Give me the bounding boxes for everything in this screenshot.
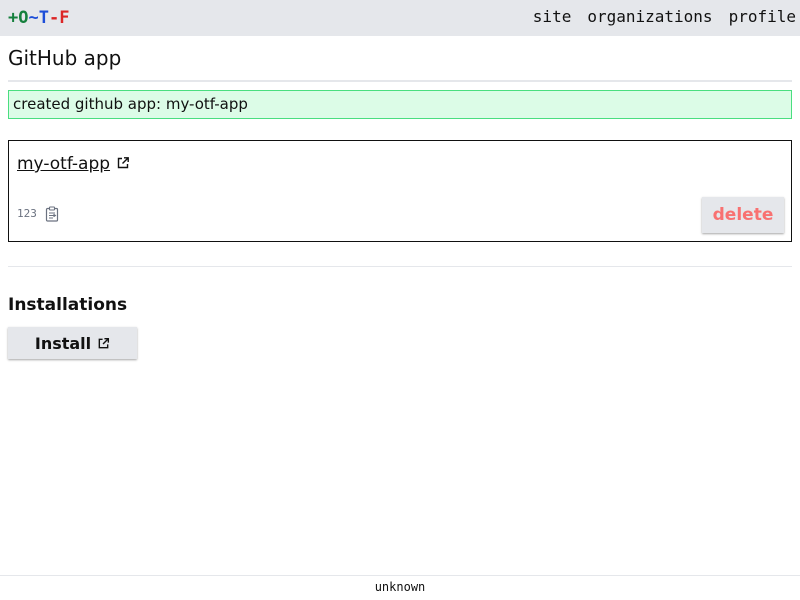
installations-heading: Installations [8,295,128,315]
github-app-id: 123 [17,207,37,220]
flash-success-message: created github app: my-otf-app [8,90,792,119]
logo-part-plus-o: +O [8,8,29,28]
logo-part-minus-f: -F [48,8,70,28]
title-divider [8,80,792,82]
nav-link-organizations[interactable]: organizations [587,7,712,27]
logo-part-tilde-t: ~T [28,8,49,28]
github-app-link[interactable]: my-otf-app [17,153,110,175]
github-app-card: my-otf-app 123 delete [8,140,792,242]
nav-link-site[interactable]: site [533,7,572,27]
nav-link-profile[interactable]: profile [729,7,796,27]
install-button-label: Install [34,333,92,353]
section-divider [8,266,792,267]
logo-link[interactable]: +O~T-F [8,8,69,28]
install-button[interactable]: Install [8,327,137,359]
external-link-icon [98,337,110,348]
clipboard-icon[interactable] [45,206,59,222]
footer-version: unknown [0,575,800,600]
main-nav: site organizations profile [533,7,796,27]
page-title: GitHub app [8,46,122,70]
top-navigation-bar: +O~T-F site organizations profile [0,0,800,36]
delete-app-button[interactable]: delete [702,197,784,233]
external-link-icon[interactable] [116,156,130,170]
